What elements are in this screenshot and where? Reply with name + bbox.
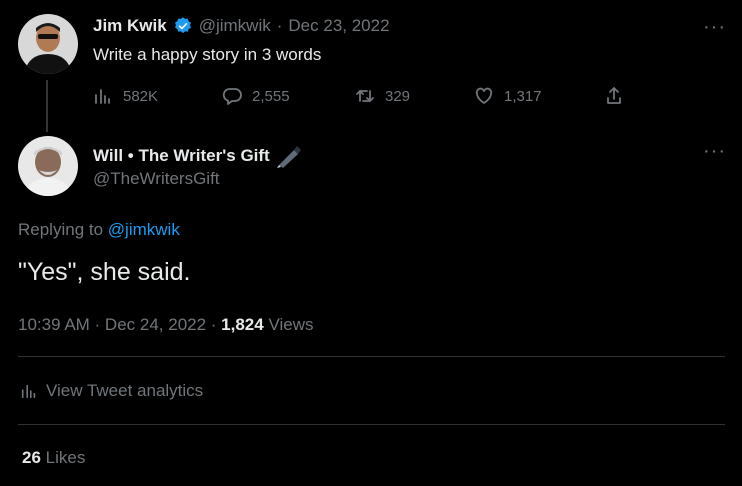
likes-label: Likes (40, 448, 86, 467)
thread-connector-line (46, 80, 48, 132)
replying-to-handle-link[interactable]: @jimkwik (108, 220, 180, 239)
reply-more-options-icon[interactable]: ··· (703, 141, 726, 161)
like-action[interactable]: 1,317 (474, 86, 542, 106)
tweet-date[interactable]: Dec 23, 2022 (288, 16, 389, 36)
divider-top (18, 356, 725, 357)
reply-author-row: Will • The Writer's Gift (93, 144, 302, 168)
bar-chart-icon (95, 89, 110, 104)
retweet-count: 329 (385, 87, 411, 105)
analytics-label: View Tweet analytics (46, 381, 204, 400)
divider-bottom (18, 424, 725, 425)
tweet-timestamp[interactable]: 10:39 AM · Dec 24, 2022 · (18, 315, 221, 334)
reply-count: 2,555 (252, 87, 290, 105)
original-tweet-header: Jim Kwik @jimkwik · Dec 23, 2022 (93, 16, 390, 36)
writersgift-avatar[interactable] (18, 136, 78, 196)
heart-icon (475, 87, 493, 104)
views-count: 582K (123, 87, 159, 105)
reply-author-handle[interactable]: @TheWritersGift (93, 169, 220, 189)
retweet-icon (356, 90, 374, 102)
likes-count: 26 (22, 448, 41, 467)
tweet-meta-line: 10:39 AM · Dec 24, 2022 · 1,824 Views (18, 315, 313, 335)
fountain-pen-icon (276, 144, 302, 168)
analytics-bar-icon (21, 384, 36, 399)
likes-summary-link[interactable]: 26 Likes (22, 448, 85, 468)
views-number: 1,824 (221, 315, 264, 334)
reply-icon (222, 88, 242, 105)
reply-author-name[interactable]: Will • The Writer's Gift (93, 146, 270, 166)
reply-action[interactable]: 2,555 (222, 86, 290, 106)
header-separator: · (276, 16, 283, 35)
more-options-icon[interactable]: ··· (703, 17, 726, 37)
author-name[interactable]: Jim Kwik (93, 16, 167, 36)
view-analytics-link[interactable]: View Tweet analytics (20, 381, 203, 401)
original-tweet-text: Write a happy story in 3 words (93, 45, 322, 64)
replying-to-line: Replying to @jimkwik (18, 220, 180, 240)
like-count: 1,317 (504, 87, 542, 105)
verified-badge-icon (173, 16, 193, 36)
reply-tweet-text: "Yes", she said. (18, 258, 191, 286)
jimkwik-avatar[interactable] (18, 14, 78, 74)
replying-to-prefix: Replying to (18, 220, 104, 239)
share-icon (607, 87, 621, 104)
views-action[interactable]: 582K (93, 86, 158, 106)
views-label: Views (263, 315, 314, 334)
share-action[interactable] (604, 86, 624, 106)
retweet-action[interactable]: 329 (355, 86, 410, 106)
author-handle[interactable]: @jimkwik (199, 16, 271, 36)
